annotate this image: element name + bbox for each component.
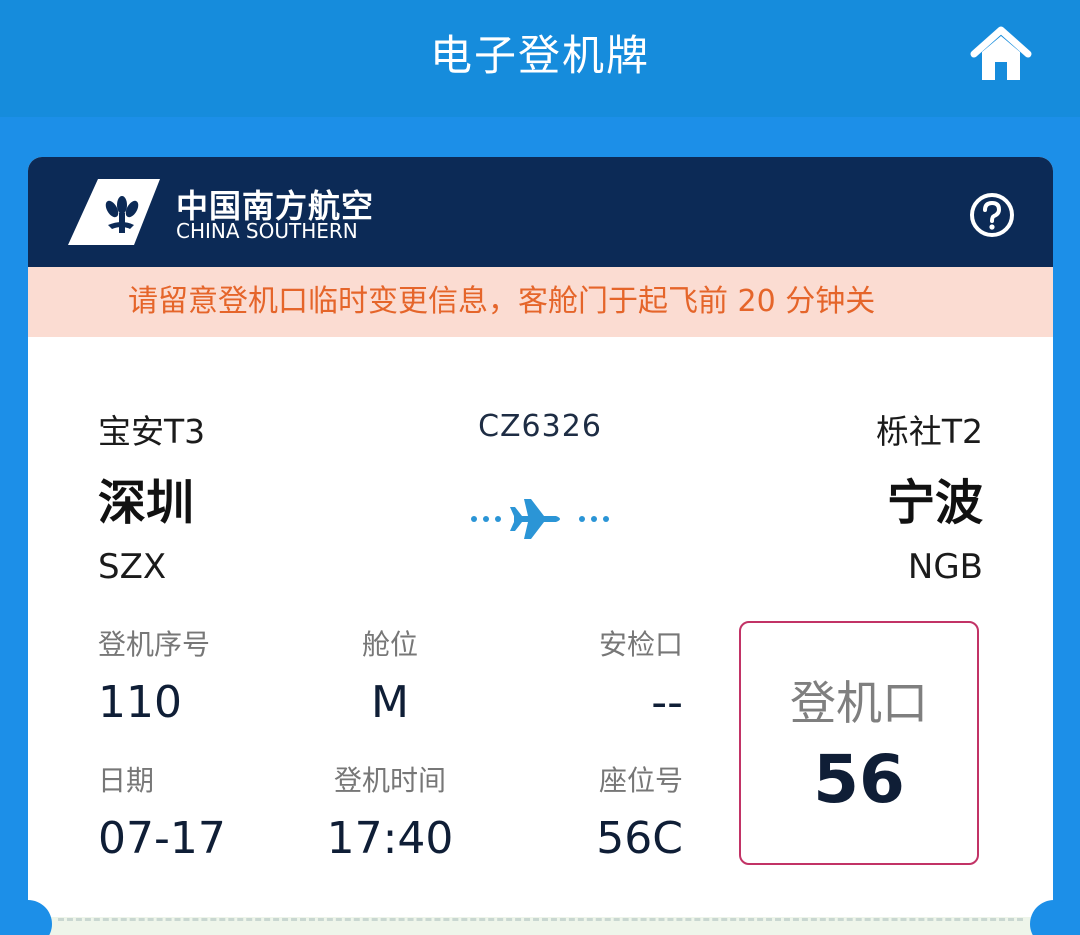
date-value: 07-17 [98, 813, 226, 864]
gate-value: 56 [813, 741, 905, 818]
notice-text: 请留意登机口临时变更信息，客舱门于起飞前 20 分钟关 [128, 284, 876, 319]
origin-terminal: 宝安T3 [98, 412, 206, 451]
help-circle-icon[interactable] [968, 191, 1016, 239]
cabin-value: M [371, 677, 409, 728]
boarding-time-value: 17:40 [326, 813, 454, 864]
airline-header: 中国南方航空 CHINA SOUTHERN [28, 157, 1053, 267]
seat-value: 56C [596, 813, 683, 864]
security-label: 安检口 [598, 628, 683, 661]
top-bar: 电子登机牌 [0, 0, 1080, 117]
security-value: -- [651, 677, 683, 728]
airline-name-en: CHINA SOUTHERN [176, 219, 358, 243]
boarding-seq-label: 登机序号 [98, 628, 211, 661]
gate-label: 登机口 [790, 676, 928, 730]
gate-box: 登机口 56 [739, 621, 979, 865]
kapok-logo-icon [68, 179, 160, 245]
page-title: 电子登机牌 [429, 31, 650, 80]
seat-label: 座位号 [598, 764, 683, 797]
destination-terminal: 栎社T2 [875, 412, 983, 451]
home-button[interactable] [968, 22, 1034, 88]
destination-city: 宁波 [886, 475, 983, 531]
destination-code: NGB [907, 547, 983, 587]
flight-number: CZ6326 [478, 409, 602, 444]
boarding-seq-value: 110 [98, 677, 182, 728]
date-label: 日期 [98, 764, 155, 797]
origin-code: SZX [98, 547, 167, 587]
boarding-pass-card: 中国南方航空 CHINA SOUTHERN 请留意登机口临时变更信息，客舱门于起… [28, 157, 1053, 935]
perforation-line [58, 918, 1023, 921]
plane-icon [471, 499, 609, 539]
cabin-label: 舱位 [361, 628, 418, 661]
boarding-time-label: 登机时间 [333, 764, 446, 797]
origin-city: 深圳 [98, 475, 195, 531]
notice-banner: 请留意登机口临时变更信息，客舱门于起飞前 20 分钟关 [28, 267, 1053, 337]
home-icon [970, 26, 1032, 80]
